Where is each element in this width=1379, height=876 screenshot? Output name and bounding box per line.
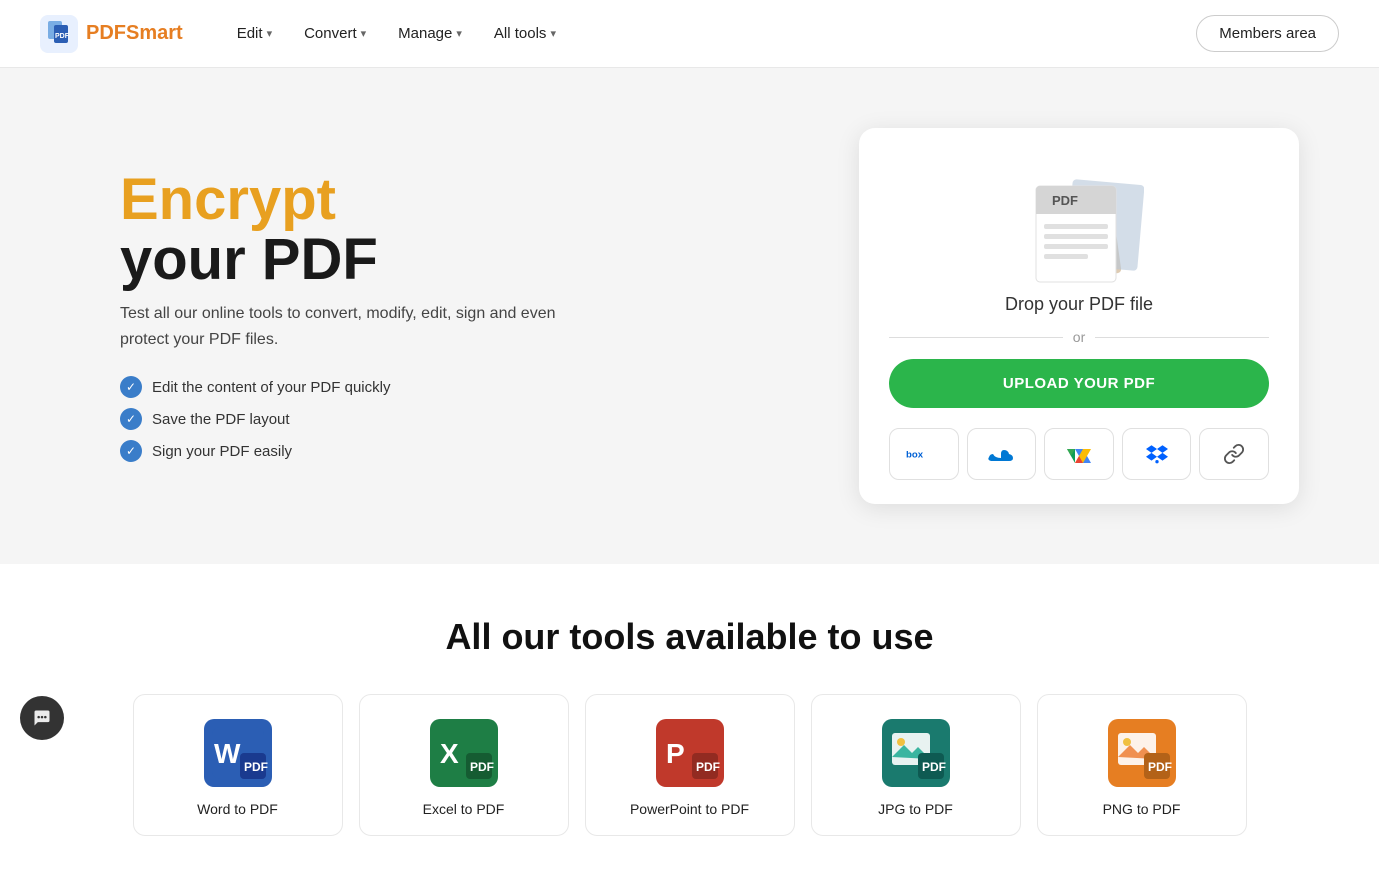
cloud-upload-icons: box [889,428,1269,480]
chat-bubble-button[interactable] [20,696,64,740]
divider-line-right [1095,337,1269,338]
box-upload-button[interactable]: box [889,428,959,480]
svg-text:PDF: PDF [922,760,946,774]
logo-icon: PDF [40,15,78,53]
svg-text:W: W [214,738,241,769]
drop-label: Drop your PDF file [1005,294,1153,315]
tool-label-jpg-to-pdf: JPG to PDF [878,801,953,817]
link-upload-button[interactable] [1199,428,1269,480]
check-item-1: ✓ Edit the content of your PDF quickly [120,376,580,398]
png-to-pdf-icon: PDF [1108,719,1176,787]
svg-text:P: P [666,738,685,769]
svg-text:PDF: PDF [696,760,720,774]
excel-to-pdf-icon: X PDF [430,719,498,787]
chevron-down-icon: ▾ [456,27,462,40]
hero-title: Encrypt your PDF [120,170,580,292]
word-to-pdf-icon: W PDF [204,719,272,787]
divider-line-left [889,337,1063,338]
tool-label-excel-to-pdf: Excel to PDF [423,801,505,817]
hero-checklist: ✓ Edit the content of your PDF quickly ✓… [120,376,580,462]
svg-text:box: box [906,450,924,461]
tools-section-title: All our tools available to use [80,616,1299,658]
tool-label-word-to-pdf: Word to PDF [197,801,278,817]
check-icon-2: ✓ [120,408,142,430]
tool-card-ppt-to-pdf[interactable]: P PDF PowerPoint to PDF [585,694,795,836]
logo[interactable]: PDF PDFSmart [40,15,183,53]
check-icon-1: ✓ [120,376,142,398]
hero-subtitle: Test all our online tools to convert, mo… [120,301,580,352]
nav-links: Edit ▾ Convert ▾ Manage ▾ All tools ▾ [223,17,1197,50]
jpg-to-pdf-icon: PDF [882,719,950,787]
tool-card-jpg-to-pdf[interactable]: PDF JPG to PDF [811,694,1021,836]
divider: or [889,329,1269,345]
tools-section: All our tools available to use W PDF Wor… [0,564,1379,876]
hero-left: Encrypt your PDF Test all our online too… [120,170,580,463]
tool-card-png-to-pdf[interactable]: PDF PNG to PDF [1037,694,1247,836]
pdf-illustration: PDF [1014,164,1144,294]
tool-card-excel-to-pdf[interactable]: X PDF Excel to PDF [359,694,569,836]
svg-text:PDF: PDF [1052,193,1078,208]
drop-card: PDF Drop your PDF file or UPLOAD YOUR PD… [859,128,1299,504]
svg-text:PDF: PDF [1148,760,1172,774]
chevron-down-icon: ▾ [267,27,273,40]
divider-or-text: or [1073,329,1085,345]
navbar: PDF PDFSmart Edit ▾ Convert ▾ Manage ▾ A… [0,0,1379,68]
gdrive-upload-button[interactable] [1044,428,1114,480]
tool-label-png-to-pdf: PNG to PDF [1103,801,1181,817]
chevron-down-icon: ▾ [361,27,367,40]
check-item-3: ✓ Sign your PDF easily [120,440,580,462]
chat-icon [32,708,52,728]
nav-item-edit[interactable]: Edit ▾ [223,17,286,50]
check-icon-3: ✓ [120,440,142,462]
ppt-to-pdf-icon: P PDF [656,719,724,787]
tool-card-word-to-pdf[interactable]: W PDF Word to PDF [133,694,343,836]
svg-text:PDF: PDF [55,33,70,40]
members-area-button[interactable]: Members area [1196,15,1339,52]
dropbox-upload-button[interactable] [1122,428,1192,480]
nav-item-all-tools[interactable]: All tools ▾ [480,17,570,50]
nav-item-manage[interactable]: Manage ▾ [384,17,476,50]
tools-grid: W PDF Word to PDF X PDF Excel to PDF [80,694,1299,836]
chevron-down-icon: ▾ [550,27,556,40]
logo-text: PDFSmart [86,22,183,45]
tool-label-ppt-to-pdf: PowerPoint to PDF [630,801,749,817]
svg-text:PDF: PDF [244,760,268,774]
nav-item-convert[interactable]: Convert ▾ [290,17,380,50]
upload-pdf-button[interactable]: UPLOAD YOUR PDF [889,359,1269,408]
svg-text:PDF: PDF [470,760,494,774]
hero-section: Encrypt your PDF Test all our online too… [0,68,1379,564]
check-item-2: ✓ Save the PDF layout [120,408,580,430]
onedrive-upload-button[interactable] [967,428,1037,480]
svg-text:X: X [440,738,459,769]
